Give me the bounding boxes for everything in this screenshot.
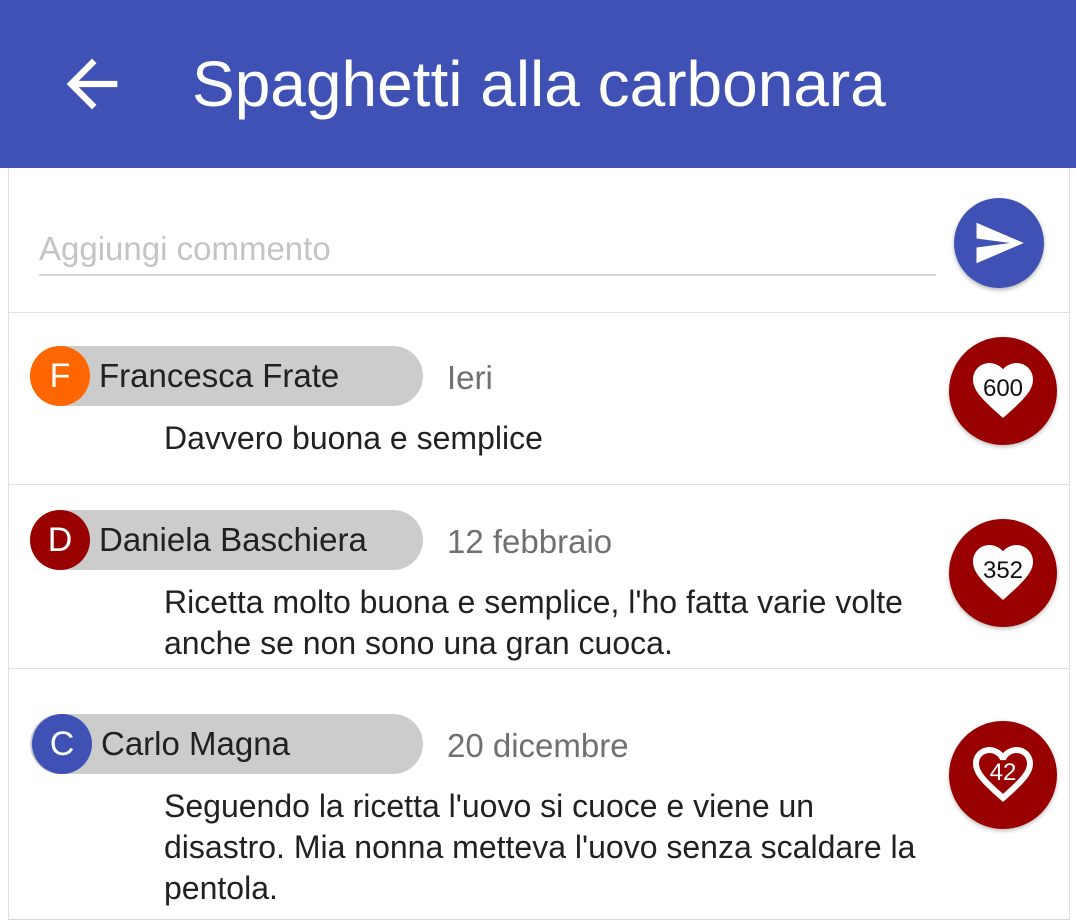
like-count: 600 [982,375,1024,402]
avatar: C [32,714,92,774]
avatar: F [30,346,90,406]
avatar: D [30,510,90,570]
comment-item: F Francesca Frate Ieri Davvero buona e s… [9,313,1069,485]
send-button[interactable] [954,198,1044,288]
like-count: 42 [989,759,1017,786]
comments-card: F Francesca Frate Ieri Davvero buona e s… [8,168,1070,920]
send-icon [976,222,1024,264]
author-name: Francesca Frate [99,357,340,394]
comment-item: D Daniela Baschiera 12 febbraio Ricetta … [9,485,1069,669]
comment-item: C Carlo Magna 20 dicembre Seguendo la ri… [9,669,1069,919]
like-button[interactable]: 352 [949,519,1057,627]
comment-text: Davvero buona e semplice [164,420,543,456]
comment-text: Seguendo la ricetta l'uovo si cuoce e vi… [164,788,916,906]
comment-input[interactable] [39,230,936,276]
app-bar: Spaghetti alla carbonara [0,0,1076,168]
author-name: Carlo Magna [101,725,290,762]
like-button[interactable]: 42 [949,721,1057,829]
page-title: Spaghetti alla carbonara [192,48,886,120]
back-button[interactable] [42,34,142,134]
author-name: Daniela Baschiera [99,521,367,558]
comment-date: 12 febbraio [447,523,613,560]
like-button[interactable]: 600 [949,337,1057,445]
arrow-back-icon [66,58,118,110]
comment-date: 20 dicembre [447,727,629,764]
author-chip[interactable]: C Carlo Magna [30,714,423,774]
comment-composer [9,168,1069,313]
like-count: 352 [982,557,1024,584]
author-chip[interactable]: F Francesca Frate [30,346,423,406]
comment-text: Ricetta molto buona e semplice, l'ho fat… [164,584,903,661]
comment-date: Ieri [447,359,493,396]
author-chip[interactable]: D Daniela Baschiera [30,510,423,570]
